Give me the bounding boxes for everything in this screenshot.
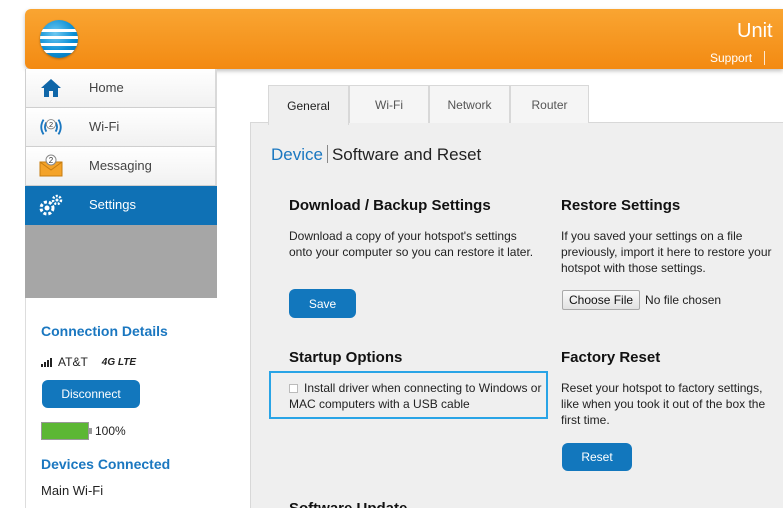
tab-general[interactable]: General (268, 85, 349, 125)
breadcrumb: Device Software and Reset (271, 145, 481, 165)
reset-button[interactable]: Reset (562, 443, 632, 471)
gears-icon (38, 194, 64, 216)
sidebar-item-label: Settings (89, 197, 136, 212)
sidebar-item-label: Wi-Fi (89, 119, 120, 134)
devices-connected-title: Devices Connected (41, 456, 171, 472)
restore-settings-text: If you saved your settings on a file pre… (561, 229, 772, 275)
support-link[interactable]: Support (710, 51, 752, 65)
sidebar-item-settings[interactable]: Settings (25, 186, 217, 225)
factory-reset-text: Reset your hotspot to factory settings, … (561, 381, 766, 427)
tab-network[interactable]: Network (429, 85, 510, 123)
messaging-badge: 2 (49, 156, 54, 165)
wifi-badge: 2 (49, 120, 53, 129)
header-divider (764, 51, 765, 65)
att-globe-logo[interactable] (40, 20, 78, 58)
tab-router[interactable]: Router (510, 85, 589, 123)
envelope-icon: 2 (38, 154, 64, 177)
top-header: Unit Support (25, 9, 783, 69)
disconnect-button[interactable]: Disconnect (42, 380, 140, 408)
save-button[interactable]: Save (289, 289, 356, 318)
sidebar-item-wifi[interactable]: 2 Wi-Fi (25, 108, 217, 147)
software-update-title: Software Update (289, 500, 407, 508)
breadcrumb-separator (326, 145, 328, 163)
startup-options-title: Startup Options (289, 349, 403, 366)
main-wifi-label: Main Wi-Fi (41, 483, 104, 498)
carrier-row: AT&T 4G LTE (41, 355, 136, 369)
sidebar-item-messaging[interactable]: 2 Messaging (25, 147, 217, 186)
file-status: No file chosen (645, 293, 722, 307)
choose-file-button[interactable]: Choose File (562, 290, 641, 310)
connection-panel: Connection Details AT&T 4G LTE Disconnec… (25, 298, 217, 508)
download-backup-title: Download / Backup Settings (289, 197, 491, 214)
battery-tip (89, 428, 92, 434)
page-title: Software and Reset (331, 145, 482, 164)
tab-wifi[interactable]: Wi-Fi (349, 85, 429, 123)
restore-settings-title: Restore Settings (561, 197, 681, 214)
usb-driver-label: Install driver when connecting to Window… (289, 381, 542, 411)
settings-tabs: General Wi-Fi Network Router (268, 85, 589, 125)
carrier-name: AT&T (58, 355, 88, 369)
sidebar-item-home[interactable]: Home (25, 69, 217, 108)
sidebar-spacer (25, 225, 217, 298)
breadcrumb-device-link[interactable]: Device (271, 145, 323, 164)
file-picker: Choose File No file chosen (562, 290, 721, 310)
sidebar-nav: Home 2 Wi-Fi 2 Messaging Settings (25, 69, 217, 225)
battery-percent: 100% (95, 424, 126, 438)
lte-icon: 4G LTE (101, 356, 137, 368)
home-icon (38, 77, 64, 99)
download-backup-text: Download a copy of your hotspot's settin… (289, 229, 534, 259)
usb-driver-option: Install driver when connecting to Window… (289, 380, 546, 412)
battery-icon (41, 422, 89, 440)
brand-text: Unit (737, 20, 773, 42)
wifi-icon: 2 (38, 116, 64, 138)
usb-driver-checkbox[interactable] (289, 384, 298, 393)
signal-strength-icon (41, 357, 52, 367)
sidebar-item-label: Messaging (89, 158, 152, 173)
connection-details-title: Connection Details (41, 323, 168, 339)
factory-reset-title: Factory Reset (561, 349, 661, 366)
battery-level (42, 423, 88, 439)
sidebar-item-label: Home (89, 80, 124, 95)
